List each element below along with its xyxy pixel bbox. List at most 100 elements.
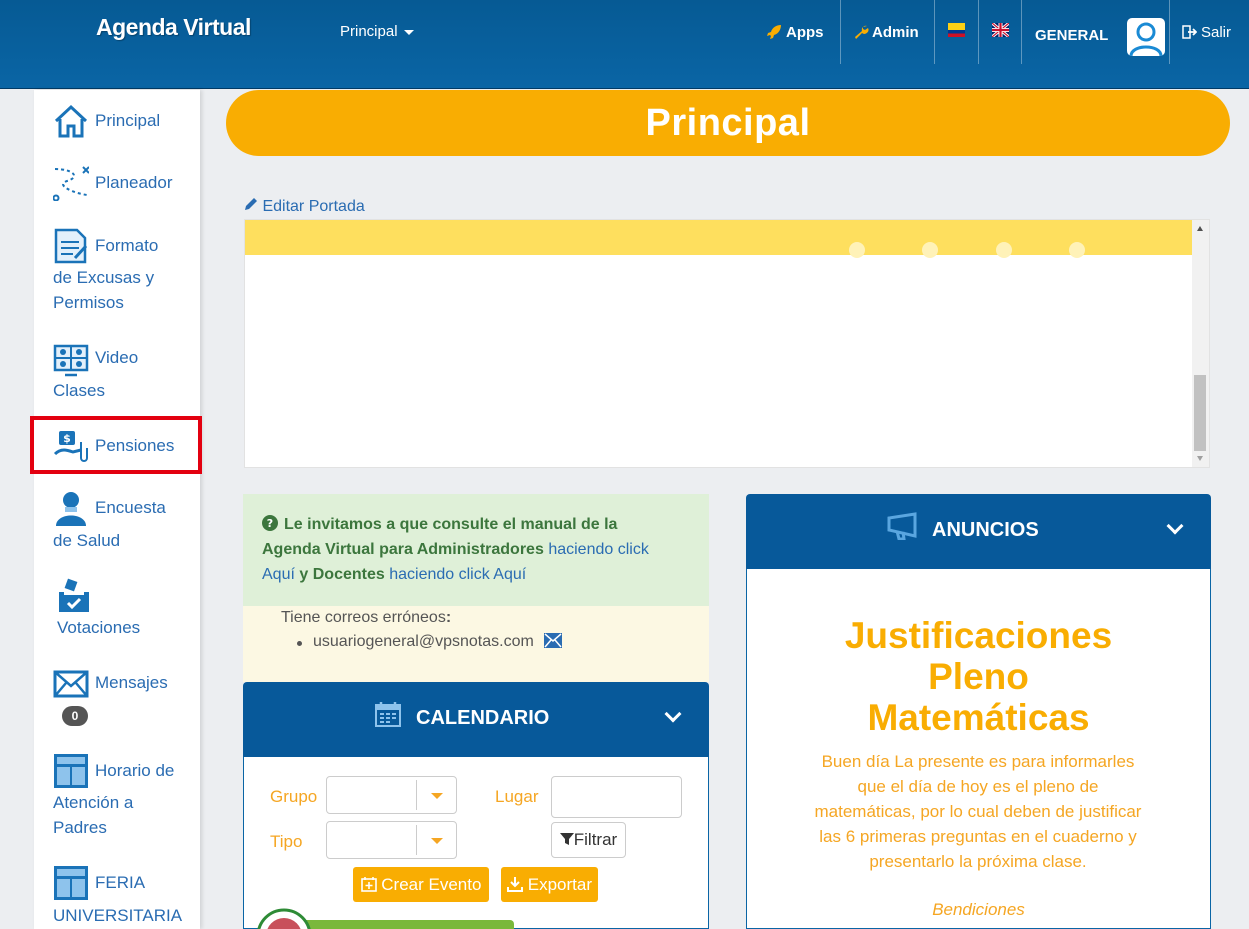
group-label: Grupo (270, 787, 318, 806)
ballot-box-icon (59, 578, 89, 612)
filter-label: Filtrar (573, 830, 618, 849)
sidebar-item-label: Permisos (53, 293, 124, 312)
type-label: Tipo (270, 832, 303, 851)
partial-green-button[interactable] (254, 908, 514, 929)
sidebar-item-label: Mensajes (95, 673, 168, 692)
document-icon (54, 228, 88, 264)
envelope-icon (53, 670, 89, 698)
scroll-up-icon[interactable] (1197, 226, 1203, 231)
calendar-panel-header[interactable]: CALENDARIO (243, 682, 709, 757)
sidebar-item-label: Clases (53, 381, 105, 400)
nav-divider (1169, 0, 1170, 64)
colombia-flag-icon[interactable] (948, 23, 965, 37)
cover-frame[interactable] (244, 219, 1210, 468)
uk-flag-icon[interactable] (992, 23, 1009, 37)
create-event-button[interactable]: Crear Evento (353, 867, 489, 902)
cover-scrollbar[interactable] (1192, 220, 1209, 467)
export-button[interactable]: Exportar (501, 867, 598, 902)
layout-icon (54, 866, 88, 900)
logout-label: Salir (1201, 23, 1232, 41)
wrong-email-item: usuariogeneral@vpsnotas.com (297, 633, 563, 651)
download-icon (507, 877, 523, 892)
nav-divider (934, 0, 935, 64)
calendar-title: CALENDARIO (416, 707, 550, 729)
envelope-icon[interactable] (544, 633, 563, 648)
brand-logo[interactable]: Agenda Virtual (96, 14, 251, 41)
manual-and: y (299, 566, 309, 583)
top-navbar: Agenda Virtual Principal Apps Admin GENE… (0, 0, 1249, 89)
nav-divider (840, 0, 841, 64)
decorative-dot (922, 242, 938, 258)
manual-admin-text: Agenda Virtual para Administradores (262, 541, 544, 558)
export-label: Exportar (527, 875, 592, 894)
avatar[interactable] (1127, 18, 1165, 56)
announcements-title: ANUNCIOS (932, 519, 1039, 541)
manual-admin-link-aqui[interactable]: Aquí (262, 566, 295, 583)
announcement-signature: Bendiciones (932, 900, 1025, 919)
admin-link[interactable]: Admin (853, 0, 919, 64)
type-select[interactable] (326, 821, 457, 859)
caret-down-icon (431, 793, 443, 799)
announcement-title-line: Justificaciones (844, 615, 1113, 656)
select-divider (416, 825, 417, 855)
nav-divider (978, 0, 979, 64)
user-name: GENERAL (1035, 26, 1109, 44)
manual-info-alert: ? Le invitamos a que consulte el manual d… (243, 494, 709, 606)
filter-button[interactable]: Filtrar (551, 822, 626, 858)
user-menu[interactable]: GENERAL (1035, 3, 1108, 67)
announcement-body-line: que el día de hoy es el pleno de (857, 777, 1099, 796)
video-call-icon (53, 344, 89, 377)
bullet (297, 641, 302, 646)
announcements-panel-header[interactable]: ANUNCIOS (746, 494, 1211, 569)
rocket-icon (767, 25, 781, 39)
announcement-body-line: presentarlo la próxima clase. (869, 852, 1087, 871)
decorative-dot (849, 242, 865, 258)
route-icon (53, 166, 89, 201)
edit-cover-link[interactable]: Editar Portada (243, 197, 365, 216)
sidebar-item-label: Encuesta (95, 498, 166, 517)
create-event-label: Crear Evento (381, 875, 482, 894)
caret-down-icon (403, 29, 414, 35)
logout-link[interactable]: Salir (1182, 0, 1231, 64)
question-circle-icon: ? (262, 515, 278, 531)
chevron-down-icon[interactable] (1166, 517, 1184, 535)
group-select[interactable] (326, 776, 457, 814)
apps-label: Apps (786, 23, 824, 41)
select-divider (416, 780, 417, 810)
logout-icon (1182, 25, 1197, 39)
manual-docentes-link[interactable]: haciendo click Aquí (389, 566, 526, 583)
cover-banner (245, 220, 1194, 258)
sidebar-item-label: Principal (95, 111, 161, 130)
user-avatar-icon (1129, 22, 1163, 56)
filter-icon (559, 833, 574, 845)
decorative-dot (1069, 242, 1085, 258)
pensiones-highlight-box (30, 416, 202, 474)
announcement-body-line: las 6 primeras preguntas en el cuaderno … (819, 827, 1137, 846)
wrong-email-address: usuariogeneral@vpsnotas.com (313, 633, 534, 650)
manual-admin-link[interactable]: haciendo click (548, 541, 649, 558)
scroll-down-icon[interactable] (1197, 456, 1203, 461)
nav-principal-label: Principal (340, 23, 398, 40)
sidebar-item-label: FERIA (95, 873, 146, 892)
place-input[interactable] (551, 776, 682, 818)
sidebar-item-label: de Salud (53, 531, 121, 550)
unread-count-badge: 0 (62, 706, 88, 726)
wrong-emails-title-text: Tiene correos erróneos (281, 609, 446, 626)
doctor-icon (56, 492, 86, 526)
nav-divider (1021, 0, 1022, 64)
announcement-body-line: Buen día La presente es para informarles (821, 752, 1135, 771)
sidebar-item-label: Horario de (95, 761, 175, 780)
sidebar-item-label: de Excusas y (53, 268, 155, 287)
layout-icon (54, 754, 88, 788)
apps-link[interactable]: Apps (766, 0, 824, 64)
wrench-icon (855, 25, 869, 39)
place-label: Lugar (495, 787, 539, 806)
sidebar-item-label: Atención a (53, 793, 134, 812)
calendar-icon (375, 702, 401, 727)
edit-cover-label: Editar Portada (262, 198, 365, 215)
announcement-body-line: matemáticas, por lo cual deben de justif… (814, 802, 1142, 821)
chevron-down-icon[interactable] (664, 705, 682, 723)
scroll-thumb[interactable] (1194, 375, 1206, 451)
announcement-body: Buen día La presente es para informarles… (800, 749, 1156, 874)
nav-principal-dropdown[interactable]: Principal (340, 23, 414, 40)
